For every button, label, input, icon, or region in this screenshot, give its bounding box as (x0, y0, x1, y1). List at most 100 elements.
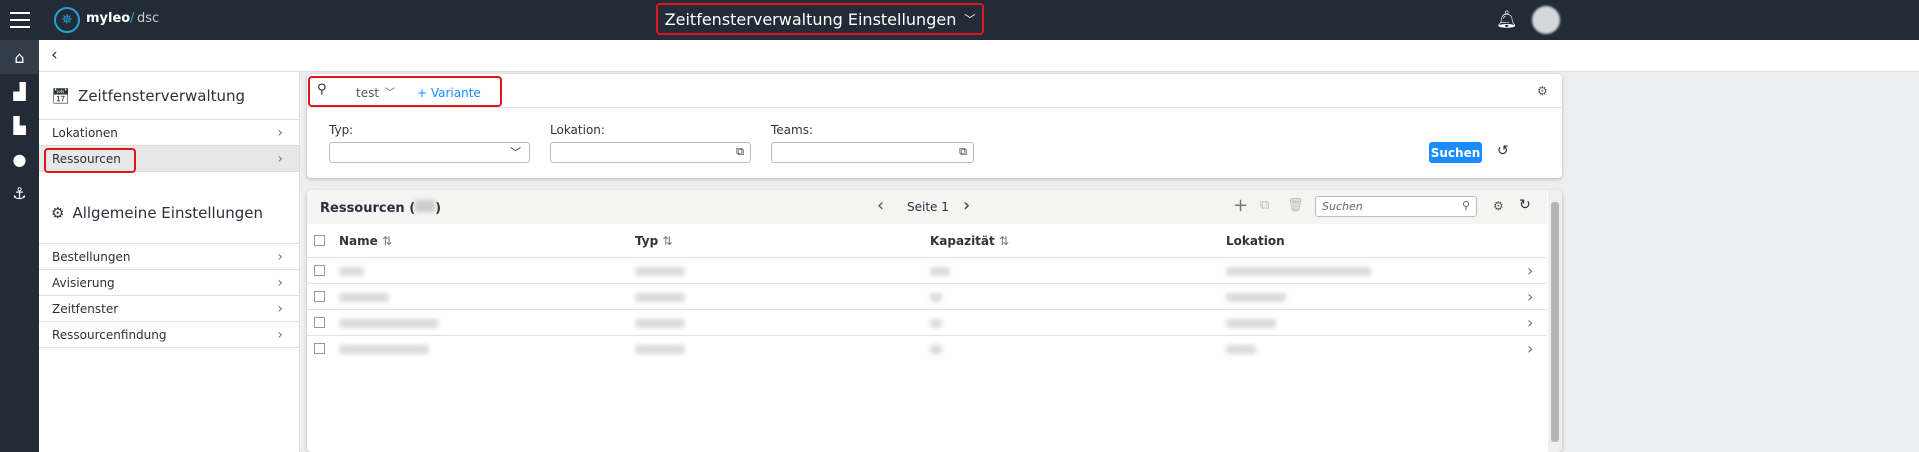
copy-icon[interactable]: ⧉ (1260, 198, 1269, 213)
nav-label: Bestellungen (52, 249, 131, 264)
chevron-right-icon[interactable]: › (1527, 261, 1533, 280)
teams-label: Teams: (771, 123, 814, 137)
table-row[interactable]: › (307, 257, 1547, 283)
table-row[interactable]: › (307, 335, 1547, 361)
scrollbar-thumb[interactable] (1551, 202, 1559, 442)
nav-item-bestellungen[interactable]: Bestellungen › (39, 244, 299, 270)
column-header-typ[interactable]: Typ ⇅ (635, 234, 672, 248)
settings-sidebar: 📅︎ Zeitfensterverwaltung Lokationen › Ress… (39, 72, 300, 452)
globe-icon[interactable]: ● (0, 142, 39, 176)
search-icon[interactable]: ⚲ (317, 82, 327, 97)
nav-label: Ressourcenfindung (52, 327, 167, 342)
column-header-kapazitaet[interactable]: Kapazität ⇅ (930, 234, 1009, 248)
typ-select[interactable]: ﹀ (329, 142, 530, 163)
dashboard-icon[interactable]: ▙ (0, 108, 39, 142)
logo-icon: ✵ (54, 7, 80, 33)
home-icon[interactable]: ⌂ (0, 40, 39, 74)
brand: myleo (86, 11, 131, 26)
page-indicator: Seite 1 (907, 200, 949, 214)
chevron-down-icon: ﹀ (510, 146, 521, 159)
chevron-down-icon[interactable]: ﹀ (385, 84, 395, 99)
chevron-right-icon: › (277, 248, 283, 265)
search-placeholder: Suchen (1322, 200, 1363, 213)
settings-icon[interactable]: ⚙︎ (1537, 84, 1548, 98)
chevron-right-icon[interactable]: › (1527, 313, 1533, 332)
column-label: Typ (635, 234, 659, 248)
lokation-input[interactable]: ⧉ (550, 142, 751, 163)
divider (307, 107, 1562, 108)
icon-rail: ⌂ ▟ ▙ ● ⚓︎ (0, 40, 39, 452)
table-title-text: Ressourcen ( (320, 201, 416, 216)
back-icon[interactable]: ‹ (51, 45, 58, 65)
delete-icon[interactable]: 🗑︎ (1287, 198, 1304, 213)
prev-page-icon[interactable]: ‹ (877, 195, 884, 216)
anchor-icon[interactable]: ⚓︎ (0, 176, 39, 210)
lokation-label: Lokation: (550, 123, 605, 137)
brand-slash: / (130, 11, 135, 26)
nav-item-avisierung[interactable]: Avisierung › (39, 270, 299, 296)
reset-icon[interactable]: ↺ (1497, 143, 1509, 159)
page-title: Zeitfensterverwaltung Einstellungen (664, 9, 957, 29)
value-help-icon[interactable]: ⧉ (736, 145, 744, 159)
resources-table-card: Ressourcen () ‹ Seite 1 › + ⧉ 🗑︎ Suchen ⚲… (307, 190, 1562, 452)
teams-input[interactable]: ⧉ (771, 142, 974, 163)
search-button[interactable]: Suchen (1429, 142, 1482, 163)
search-icon[interactable]: ⚲ (1462, 199, 1470, 212)
refresh-icon[interactable]: ↻ (1519, 197, 1531, 213)
chevron-right-icon: › (277, 326, 283, 343)
next-page-icon[interactable]: › (963, 195, 970, 216)
variant-select[interactable]: test (356, 86, 379, 100)
typ-label: Typ: (329, 123, 354, 137)
add-icon[interactable]: + (1233, 195, 1248, 216)
chart-icon[interactable]: ▟ (0, 74, 39, 108)
avatar[interactable] (1532, 6, 1560, 34)
chevron-right-icon: › (277, 300, 283, 317)
table-title-end: ) (435, 201, 442, 216)
nav-label: Zeitfenster (52, 301, 119, 316)
calendar-icon: 📅︎ (51, 86, 71, 105)
sort-icon: ⇅ (662, 234, 673, 248)
section-title: Zeitfensterverwaltung (78, 86, 246, 105)
column-label: Name (339, 234, 378, 248)
row-checkbox[interactable] (314, 291, 325, 302)
page-title-dropdown[interactable]: Zeitfensterverwaltung Einstellungen ﹀ (656, 3, 984, 35)
table-search-input[interactable]: Suchen ⚲ (1315, 196, 1477, 217)
table-toolbar: Ressourcen () ‹ Seite 1 › + ⧉ 🗑︎ Suchen ⚲… (307, 190, 1547, 224)
chevron-right-icon: › (277, 124, 283, 141)
gears-icon: ⚙︎ (51, 203, 65, 222)
chevron-right-icon[interactable]: › (1527, 339, 1533, 358)
nav-item-lokationen[interactable]: Lokationen › (39, 120, 299, 146)
chevron-right-icon: › (277, 274, 283, 291)
nav-label: Lokationen (52, 125, 118, 140)
add-variant-link[interactable]: + Variante (417, 86, 481, 100)
sort-icon: ⇅ (998, 234, 1010, 248)
table-title: Ressourcen () (320, 200, 441, 216)
select-all-checkbox[interactable] (314, 235, 325, 246)
count (415, 200, 436, 212)
top-bar: ✵ myleo / dsc Zeitfensterverwaltung Eins… (0, 0, 1919, 40)
row-checkbox[interactable] (314, 317, 325, 328)
chevron-right-icon[interactable]: › (1527, 287, 1533, 306)
row-checkbox[interactable] (314, 265, 325, 276)
table-row[interactable]: › (307, 283, 1547, 309)
back-row: ‹ (39, 40, 1919, 72)
column-header-lokation: Lokation (1226, 234, 1285, 248)
sort-icon: ⇅ (381, 234, 393, 248)
table-row[interactable]: › (307, 309, 1547, 335)
chevron-down-icon: ﹀ (964, 13, 976, 26)
row-checkbox[interactable] (314, 343, 325, 354)
settings-icon[interactable]: ⚙︎ (1493, 199, 1504, 213)
column-header-name[interactable]: Name ⇅ (339, 234, 392, 248)
menu-icon[interactable] (10, 12, 30, 28)
highlight-box (44, 148, 136, 173)
nav-item-zeitfenster[interactable]: Zeitfenster › (39, 296, 299, 322)
value-help-icon[interactable]: ⧉ (959, 145, 967, 159)
chevron-right-icon: › (277, 150, 283, 167)
brand-suffix: dsc (137, 11, 160, 26)
nav-label: Avisierung (52, 275, 115, 290)
column-label: Kapazität (930, 234, 995, 248)
scrollbar[interactable] (1548, 190, 1562, 452)
section-title: Allgemeine Einstellungen (72, 203, 263, 222)
nav-item-ressourcenfindung[interactable]: Ressourcenfindung › (39, 322, 299, 348)
bell-icon[interactable]: 🔔︎ (1496, 10, 1518, 30)
